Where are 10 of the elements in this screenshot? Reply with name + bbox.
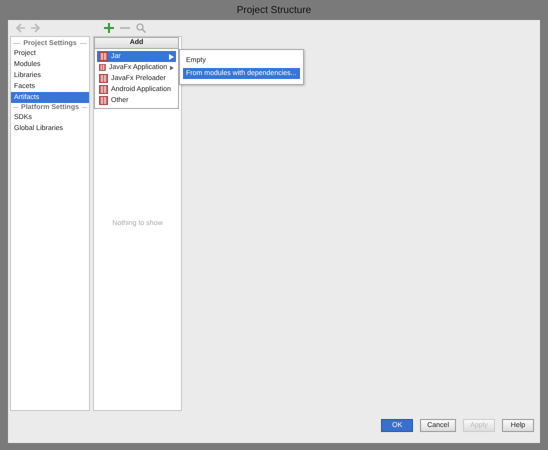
archive-icon: [99, 85, 108, 94]
forward-arrow-icon[interactable]: [30, 23, 40, 33]
archive-icon: [99, 63, 106, 72]
archive-icon: [99, 96, 108, 105]
archive-icon: [99, 74, 108, 83]
back-arrow-icon[interactable]: [16, 23, 26, 33]
window-title: Project Structure: [236, 4, 312, 16]
search-icon[interactable]: [136, 23, 146, 33]
archive-icon: [99, 52, 108, 61]
add-icon[interactable]: [104, 23, 114, 33]
